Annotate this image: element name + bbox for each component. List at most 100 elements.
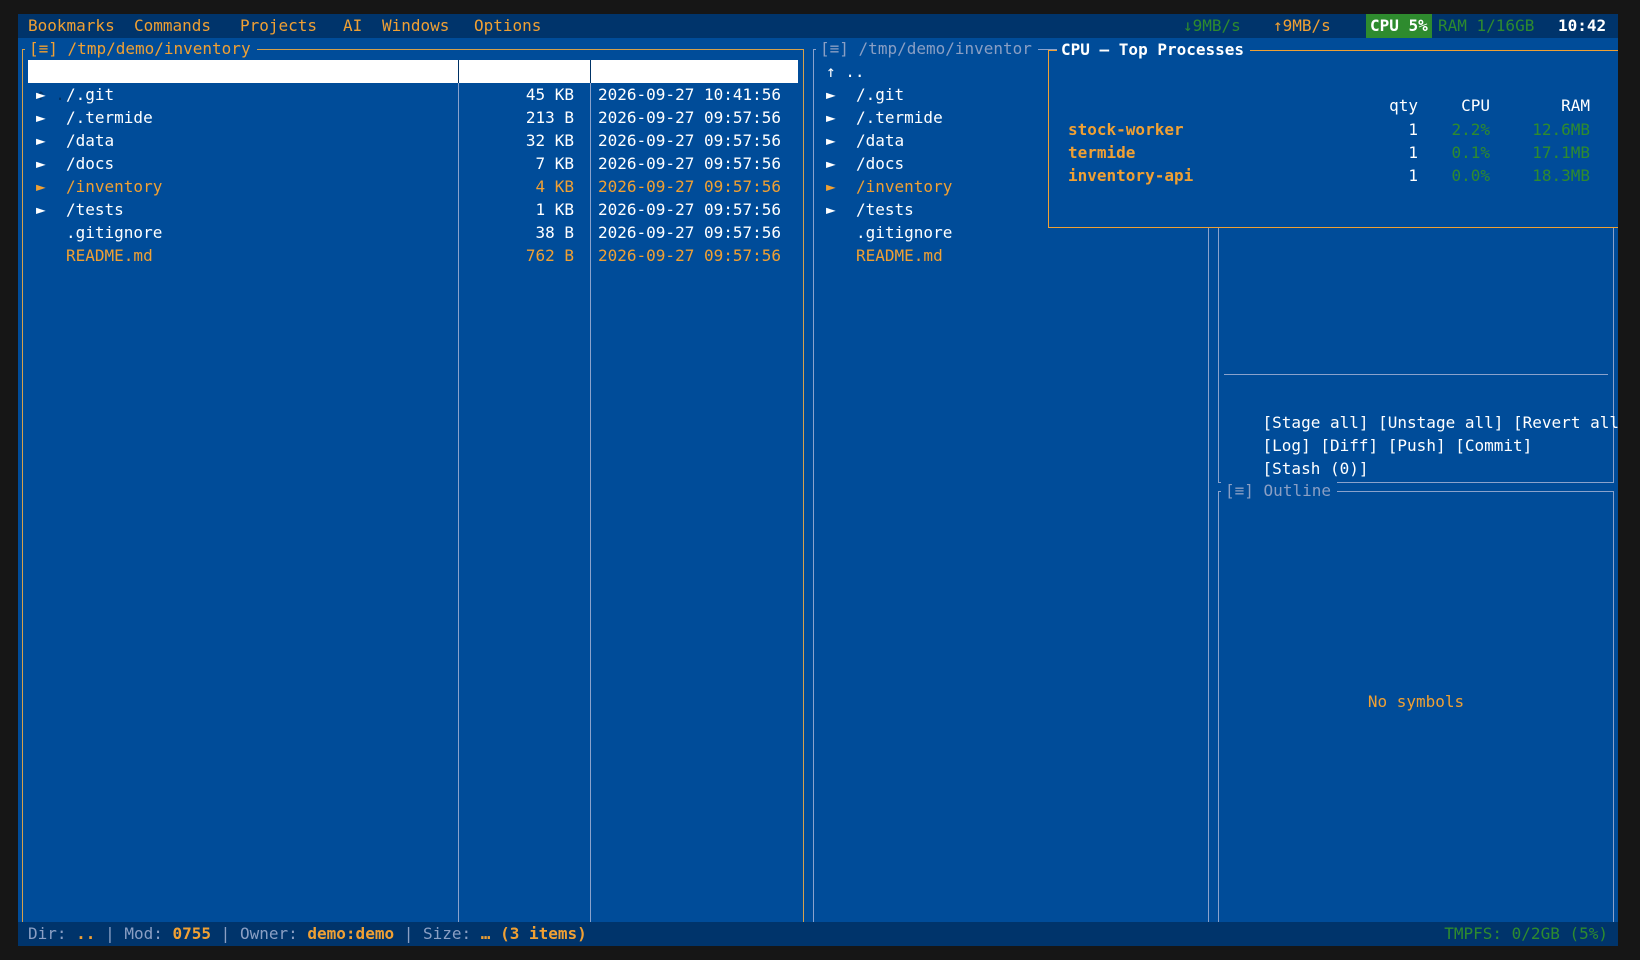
folder-expand-icon: ► [826, 108, 836, 127]
outline-panel-title: [≡] Outline [1221, 480, 1337, 502]
process-row[interactable]: termide 1 0.1% 17.1MB [1068, 141, 1598, 164]
process-cpu: 0.0% [1451, 166, 1490, 185]
process-name: stock-worker [1068, 120, 1184, 139]
left-panel-path: /tmp/demo/inventory [67, 39, 251, 58]
file-row[interactable]: ► /tests 1 KB 2026-09-27 09:57:56 [28, 198, 798, 221]
file-size: 32 KB [525, 131, 574, 150]
size-value: … (3 items) [480, 924, 587, 943]
git-actions-row-1: [Stage all] [Unstage all] [Revert all] [1224, 388, 1618, 432]
file-name: README.md [66, 246, 153, 265]
file-name: .gitignore [856, 223, 953, 242]
outline-title-text: Outline [1263, 481, 1331, 500]
process-row[interactable]: stock-worker 1 2.2% 12.6MB [1068, 118, 1598, 141]
panel-menu-icon[interactable]: [≡] [29, 39, 58, 58]
git-actions-row-2: [Log] [Diff] [Push] [Commit] [1224, 411, 1533, 455]
file-name: /docs [856, 154, 905, 173]
process-cpu: 0.1% [1451, 143, 1490, 162]
parent-dir-row[interactable]: ↑ .. [826, 60, 865, 83]
panel-menu-icon[interactable]: [≡] [820, 39, 849, 58]
process-name: termide [1068, 143, 1136, 162]
file-size: 213 B [525, 108, 574, 127]
file-row[interactable]: ► /inventory 4 KB 2026-09-27 09:57:56 [28, 175, 798, 198]
menu-bar: Bookmarks Commands Projects AI Windows O… [18, 14, 1618, 38]
file-date: 2026-09-27 09:57:56 [598, 131, 782, 150]
status-separator: | [394, 924, 423, 943]
file-size: 4 KB [535, 177, 574, 196]
folder-expand-icon: ► [36, 154, 46, 173]
git-actions-row-3: [Stash (0)] [1224, 434, 1369, 478]
net-download-rate: ↓9MB/s [1183, 16, 1241, 35]
process-cpu: 2.2% [1451, 120, 1490, 139]
file-size: 38 B [535, 223, 574, 242]
status-bar: Dir: .. | Mod: 0755 | Owner: demo:demo |… [18, 922, 1618, 946]
file-date: 2026-09-27 09:57:56 [598, 177, 782, 196]
ram-header: RAM [1561, 96, 1590, 115]
file-size: 762 B [525, 246, 574, 265]
process-name: inventory-api [1068, 166, 1194, 185]
outline-empty-message: No symbols [1367, 692, 1465, 711]
push-button[interactable]: [Push] [1388, 436, 1446, 455]
file-row[interactable]: .gitignore 38 B 2026-09-27 09:57:56 [28, 221, 798, 244]
parent-dir-row[interactable]: ↑ .. [28, 60, 798, 104]
file-name: /data [66, 131, 115, 150]
file-name: /tests [66, 200, 124, 219]
menu-bookmarks[interactable]: Bookmarks [28, 14, 115, 38]
menu-windows[interactable]: Windows [382, 14, 449, 38]
file-name: /.termide [66, 108, 153, 127]
panel-menu-icon[interactable]: [≡] [1225, 481, 1254, 500]
process-ram: 12.6MB [1532, 120, 1590, 139]
folder-expand-icon: ► [826, 154, 836, 173]
ram-usage[interactable]: RAM 1/16GB [1438, 14, 1534, 38]
file-row[interactable]: README.md [826, 244, 1196, 267]
process-ram: 17.1MB [1532, 143, 1590, 162]
file-date: 2026-09-27 09:57:56 [598, 200, 782, 219]
folder-expand-icon: ► [826, 177, 836, 196]
folder-expand-icon: ► [826, 85, 836, 104]
net-upload-rate: ↑9MB/s [1273, 16, 1331, 35]
cpu-badge[interactable]: CPU 5% [1366, 14, 1432, 38]
mod-label: Mod: [124, 924, 173, 943]
folder-expand-icon: ► [36, 200, 46, 219]
size-label: Size: [423, 924, 481, 943]
status-separator: | [211, 924, 240, 943]
file-name: /.termide [856, 108, 943, 127]
clock: 10:42 [1558, 16, 1607, 35]
status-separator: | [95, 924, 125, 943]
file-date: 2026-09-27 09:57:56 [598, 108, 782, 127]
file-date: 2026-09-27 09:57:56 [598, 246, 782, 265]
process-qty: 1 [1408, 143, 1418, 162]
file-date: 2026-09-27 10:41:56 [598, 85, 782, 104]
status-info: Dir: .. | Mod: 0755 | Owner: demo:demo |… [28, 922, 587, 946]
file-row[interactable]: ► /.git 45 KB 2026-09-27 10:41:56 [28, 83, 798, 106]
menu-options[interactable]: Options [474, 14, 541, 38]
folder-expand-icon: ► [826, 200, 836, 219]
cpu-header: CPU [1461, 96, 1490, 115]
folder-expand-icon: ► [36, 85, 46, 104]
process-ram: 18.3MB [1532, 166, 1590, 185]
dir-value: .. [76, 924, 96, 943]
file-size: 7 KB [535, 154, 574, 173]
right-panel-title: [≡] /tmp/demo/inventor [816, 38, 1038, 60]
git-divider [1224, 374, 1608, 375]
stash-button[interactable]: [Stash (0)] [1263, 459, 1369, 478]
process-qty: 1 [1408, 166, 1418, 185]
file-size: 45 KB [525, 85, 574, 104]
file-row[interactable]: ► /data 32 KB 2026-09-27 09:57:56 [28, 129, 798, 152]
left-panel-title: [≡] /tmp/demo/inventory [25, 38, 257, 60]
owner-value: demo:demo [307, 924, 395, 943]
file-row[interactable]: ► /docs 7 KB 2026-09-27 09:57:56 [28, 152, 798, 175]
file-name: /data [856, 131, 905, 150]
process-qty: 1 [1408, 120, 1418, 139]
menu-projects[interactable]: Projects [240, 14, 317, 38]
commit-button[interactable]: [Commit] [1455, 436, 1532, 455]
menu-ai[interactable]: AI [343, 14, 362, 38]
file-row[interactable]: README.md 762 B 2026-09-27 09:57:56 [28, 244, 798, 267]
file-name: /docs [66, 154, 115, 173]
file-name: /inventory [856, 177, 953, 196]
process-row[interactable]: inventory-api 1 0.0% 18.3MB [1068, 164, 1598, 187]
menu-commands[interactable]: Commands [134, 14, 211, 38]
folder-expand-icon: ► [36, 131, 46, 150]
right-panel-path: /tmp/demo/inventor [858, 39, 1032, 58]
file-row[interactable]: ► /.termide 213 B 2026-09-27 09:57:56 [28, 106, 798, 129]
mod-value: 0755 [172, 924, 212, 943]
